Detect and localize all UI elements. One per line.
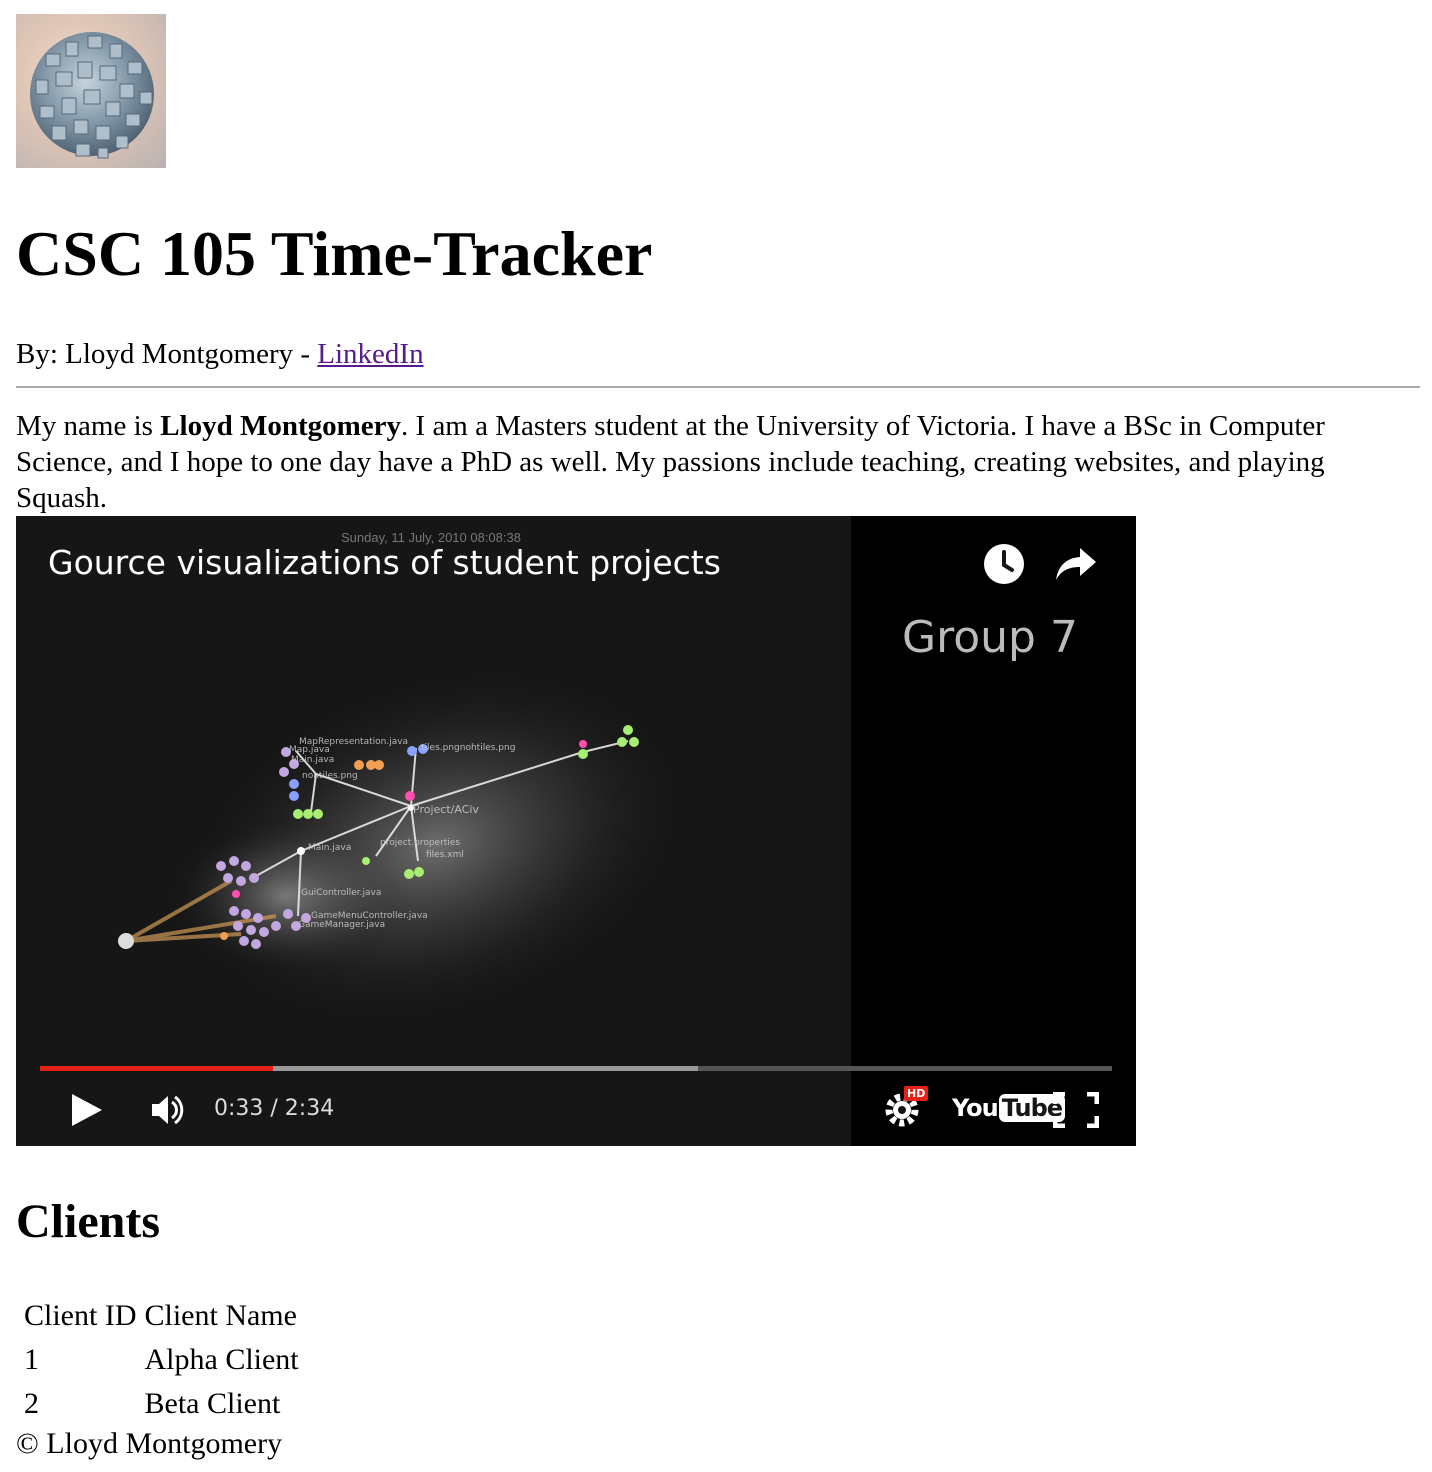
profile-image: [16, 14, 166, 168]
youtube-logo[interactable]: You Tube: [952, 1094, 1066, 1122]
fullscreen-icon: [1052, 1091, 1100, 1129]
video-title[interactable]: Gource visualizations of student project…: [48, 543, 721, 583]
settings-button[interactable]: HD: [882, 1086, 930, 1134]
bio-intro: My name is: [16, 410, 161, 442]
client-id-cell: 2: [24, 1387, 39, 1420]
play-button[interactable]: [70, 1092, 104, 1132]
node-label: Main.java: [308, 843, 351, 853]
node-label: Project/ACiv: [413, 803, 479, 816]
linkedin-link[interactable]: LinkedIn: [317, 338, 423, 370]
bio-name: Lloyd Montgomery: [160, 410, 402, 442]
share-icon: [1056, 548, 1096, 580]
byline: By: Lloyd Montgomery - LinkedIn: [16, 336, 424, 372]
horizontal-divider: [16, 386, 1420, 388]
group-label: Group 7: [902, 612, 1078, 663]
clients-heading: Clients: [16, 1195, 160, 1248]
client-id-cell: 1: [24, 1343, 39, 1376]
client-name-cell: Beta Client: [144, 1387, 281, 1420]
clock-icon: [984, 544, 1024, 584]
bio-paragraph: My name is Lloyd Montgomery. I am a Mast…: [16, 408, 1396, 516]
node-label: GuiController.java: [301, 888, 381, 898]
table-row: 1 Alpha Client: [22, 1340, 301, 1380]
progress-played: [40, 1066, 273, 1071]
volume-icon: [152, 1095, 184, 1125]
node-label: files.xml: [426, 850, 464, 860]
cube-sphere-artwork: [30, 32, 154, 159]
table-header-row: Client ID Client Name: [22, 1296, 301, 1336]
youtube-logo-you: You: [952, 1094, 999, 1122]
node-label: project.properties: [380, 838, 460, 848]
share-button[interactable]: [1054, 544, 1098, 588]
play-icon: [72, 1094, 102, 1126]
column-header-client-id: Client ID: [24, 1299, 137, 1332]
node-label: GameManager.java: [298, 920, 385, 930]
byline-text: By: Lloyd Montgomery -: [16, 338, 318, 370]
progress-bar[interactable]: [40, 1066, 1112, 1071]
node-label: Map.java: [289, 745, 330, 755]
column-header-client-name: Client Name: [144, 1299, 297, 1332]
hd-badge: HD: [904, 1086, 929, 1101]
gource-visualization: MapRepresentation.java Map.java Main.jav…: [118, 665, 689, 1027]
clients-table: Client ID Client Name 1 Alpha Client 2 B…: [18, 1292, 305, 1428]
page-title: CSC 105 Time-Tracker: [16, 218, 653, 289]
video-player[interactable]: MapRepresentation.java Map.java Main.jav…: [16, 516, 1136, 1146]
watch-later-button[interactable]: [982, 542, 1026, 590]
volume-button[interactable]: [150, 1092, 186, 1132]
time-display: 0:33 / 2:34: [214, 1096, 335, 1121]
fullscreen-button[interactable]: [1052, 1091, 1100, 1132]
table-row: 2 Beta Client: [22, 1384, 301, 1424]
client-name-cell: Alpha Client: [144, 1343, 299, 1376]
node-label: Main.java: [291, 755, 334, 765]
node-label: tiles.pngnohtiles.png: [421, 743, 515, 753]
footer-copyright: © Lloyd Montgomery: [16, 1427, 283, 1460]
node-label: nohtiles.png: [302, 771, 358, 781]
video-side-panel: [851, 516, 1136, 1146]
